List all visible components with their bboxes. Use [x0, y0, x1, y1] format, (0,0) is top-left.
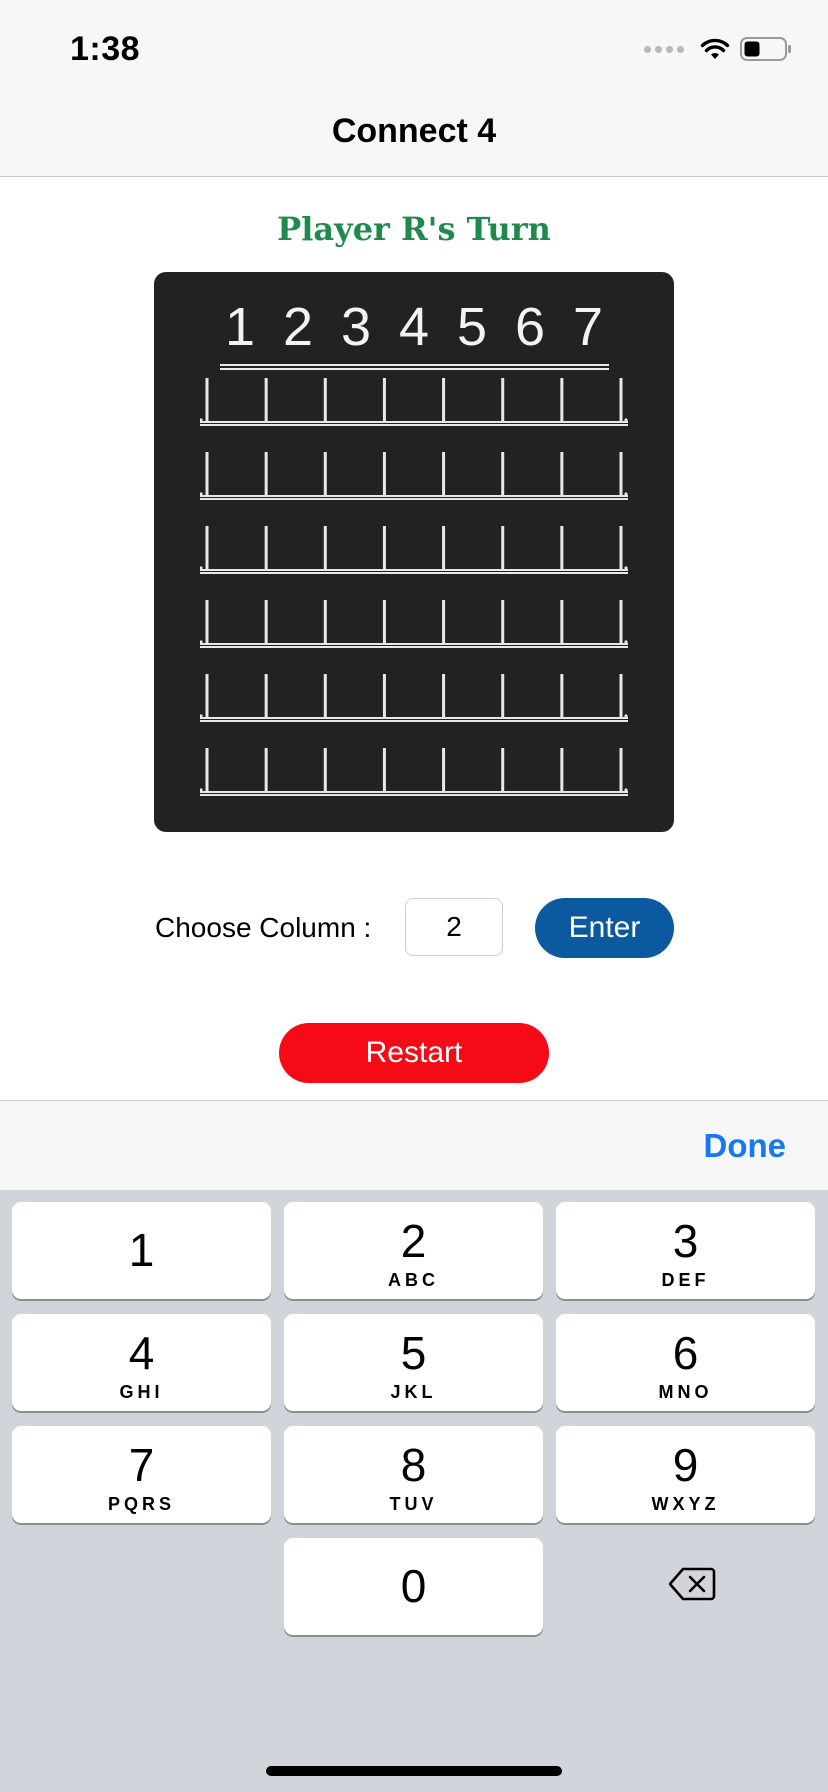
key-digit: 1 [128, 1224, 155, 1276]
key-digit: 6 [672, 1327, 699, 1379]
cellular-signal-icon [644, 45, 684, 53]
key-letters: GHI [119, 1382, 164, 1402]
page-title: Connect 4 [331, 112, 497, 150]
column-input[interactable]: 2 [405, 898, 503, 956]
battery-icon [740, 37, 791, 61]
column-number-4: 4 [398, 297, 430, 357]
board-row [200, 526, 628, 574]
choose-column-label: Choose Column : [155, 912, 372, 943]
key-7[interactable]: 7 PQRS [12, 1426, 271, 1523]
key-digit: 9 [672, 1439, 699, 1491]
board-row [200, 452, 628, 500]
key-2[interactable]: 2 ABC [284, 1202, 543, 1299]
status-bar: 1:38 [0, 0, 828, 100]
column-number-3: 3 [340, 297, 372, 357]
navigation-bar: Connect 4 [0, 100, 828, 177]
key-6[interactable]: 6 MNO [556, 1314, 815, 1411]
keyboard-accessory-bar: Done [0, 1100, 828, 1191]
column-number-header: 1 2 3 4 5 6 7 [154, 297, 674, 370]
key-digit: 3 [672, 1215, 699, 1267]
turn-label: Player R's Turn [277, 210, 551, 248]
done-button[interactable]: Done [704, 1127, 787, 1165]
key-1[interactable]: 1 [12, 1202, 271, 1299]
key-digit: 8 [400, 1439, 427, 1491]
key-digit: 4 [128, 1327, 155, 1379]
key-digit: 5 [400, 1327, 427, 1379]
board-row [200, 600, 628, 648]
column-number-6: 6 [514, 297, 546, 357]
key-digit: 0 [400, 1560, 427, 1612]
key-5[interactable]: 5 JKL [284, 1314, 543, 1411]
key-letters: ABC [388, 1270, 439, 1290]
key-3[interactable]: 3 DEF [556, 1202, 815, 1299]
key-letters: JKL [390, 1382, 437, 1402]
column-number-1: 1 [224, 297, 256, 357]
key-0[interactable]: 0 [284, 1538, 543, 1635]
board-row [200, 748, 628, 796]
wifi-icon [700, 38, 730, 59]
key-8[interactable]: 8 TUV [284, 1426, 543, 1523]
key-digit: 2 [400, 1215, 427, 1267]
restart-button[interactable]: Restart [279, 1023, 549, 1083]
key-letters: PQRS [107, 1494, 175, 1514]
key-letters: DEF [661, 1270, 710, 1290]
numeric-keypad: 1 2 ABC 3 DEF 4 GHI 5 JKL 6 MNO 7 PQRS 8… [0, 1190, 828, 1792]
key-letters: TUV [389, 1494, 438, 1514]
status-time: 1:38 [70, 30, 141, 68]
column-number-7: 7 [572, 297, 604, 357]
home-indicator [266, 1766, 562, 1776]
column-number-row: 1 2 3 4 5 6 7 [219, 297, 609, 370]
column-number-5: 5 [456, 297, 488, 357]
game-board: 1 2 3 4 5 6 7 [154, 272, 674, 832]
board-row [200, 674, 628, 722]
enter-button[interactable]: Enter [535, 898, 674, 958]
key-digit: 7 [128, 1439, 155, 1491]
key-4[interactable]: 4 GHI [12, 1314, 271, 1411]
board-grid [200, 378, 628, 796]
board-row [200, 378, 628, 426]
column-number-2: 2 [282, 297, 314, 357]
status-icons [644, 34, 792, 64]
key-9[interactable]: 9 WXYZ [556, 1426, 815, 1523]
key-letters: MNO [658, 1382, 713, 1402]
backspace-icon[interactable] [668, 1566, 716, 1602]
key-letters: WXYZ [651, 1494, 720, 1514]
